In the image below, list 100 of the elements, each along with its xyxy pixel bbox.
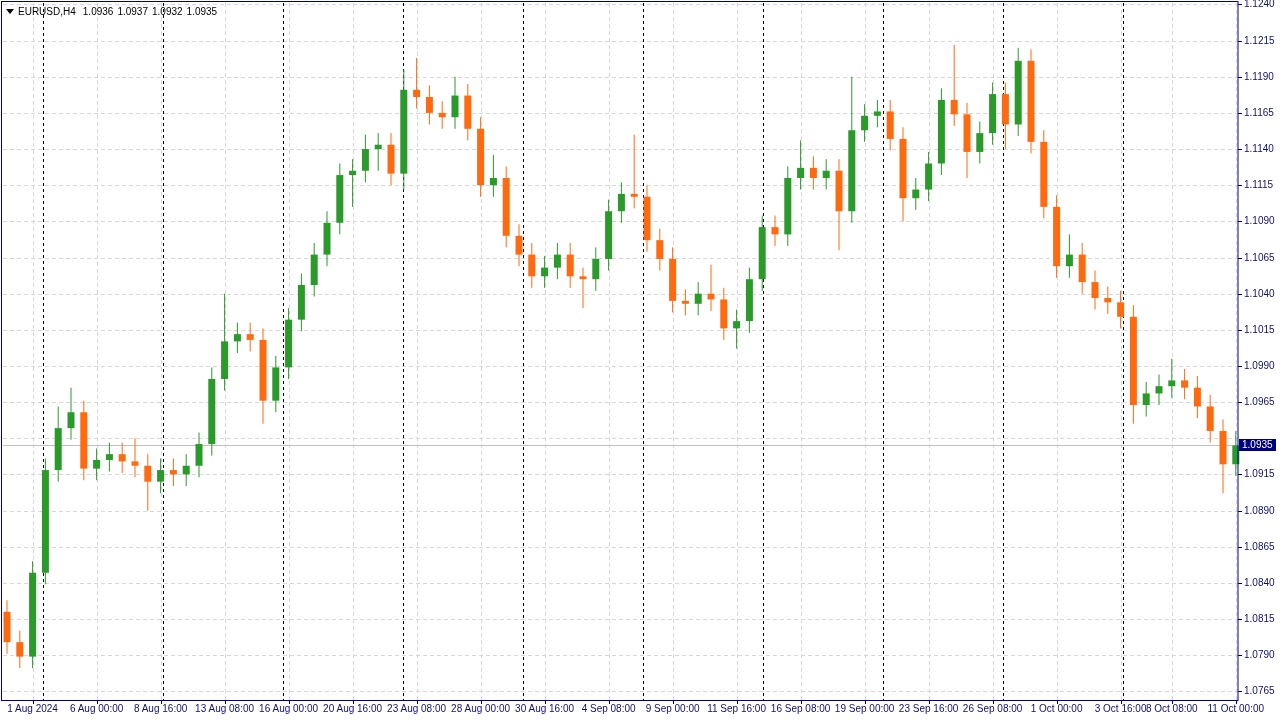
candle [387, 132, 395, 186]
price-label: 1.0965 [1244, 396, 1275, 409]
candle [413, 57, 421, 110]
candle [733, 309, 741, 350]
candle [886, 99, 894, 151]
price-label: 1.0915 [1244, 468, 1275, 481]
candle [1001, 82, 1009, 150]
price-label: 1.1240 [1244, 0, 1275, 11]
candle [489, 154, 497, 198]
candle [720, 287, 728, 341]
time-label: 4 Sep 08:00 [581, 703, 636, 715]
candle [233, 322, 241, 354]
time-label: 13 Aug 08:00 [195, 703, 255, 715]
candle [374, 132, 382, 172]
candle [3, 599, 11, 655]
time-label: 16 Sep 08:00 [770, 703, 831, 715]
candle [195, 432, 203, 478]
time-label: 11 Oct 00:00 [1207, 703, 1265, 715]
candle [1155, 374, 1163, 406]
candle [579, 267, 587, 309]
price-label: 1.0840 [1244, 576, 1275, 589]
time-label: 23 Aug 08:00 [387, 703, 447, 715]
candle [451, 76, 459, 130]
price-label: 1.1140 [1244, 143, 1274, 156]
candle [246, 322, 254, 352]
candle [323, 210, 331, 267]
price-value: 1.0936 [82, 5, 114, 19]
candle [169, 458, 177, 487]
candle [925, 151, 933, 202]
candle [528, 242, 536, 289]
candle [809, 155, 817, 191]
candle [617, 181, 625, 224]
price-label: 1.1165 [1244, 106, 1274, 119]
candle [605, 199, 613, 271]
candle [336, 163, 344, 235]
time-label: 6 Aug 00:00 [69, 703, 124, 715]
candle [425, 84, 433, 125]
candle [1091, 270, 1099, 311]
time-label: 3 Oct 16:00 [1094, 703, 1147, 715]
candle [541, 255, 549, 289]
candle [1117, 290, 1125, 329]
candle [105, 442, 113, 472]
candle [1232, 430, 1240, 477]
candle [1142, 381, 1150, 418]
candle [694, 281, 702, 316]
time-label: 8 Aug 16:00 [133, 703, 188, 715]
candle [822, 158, 830, 191]
candle [643, 184, 651, 253]
price-label: 1.1215 [1244, 34, 1275, 47]
candle [464, 83, 472, 141]
price-label: 1.1190 [1244, 70, 1274, 83]
price-label: 1.1065 [1244, 251, 1275, 264]
candle [118, 442, 126, 474]
time-label: 19 Sep 00:00 [834, 703, 895, 715]
time-label: 11 Sep 16:00 [707, 703, 766, 715]
candle [1206, 394, 1214, 444]
price-label: 1.0865 [1244, 540, 1275, 553]
price-label: 1.0890 [1244, 504, 1275, 517]
candle [873, 99, 881, 128]
price-label: 1.1115 [1244, 179, 1274, 192]
price-label: 1.1090 [1244, 215, 1275, 228]
price-label: 1.1015 [1244, 323, 1275, 336]
candle [861, 103, 869, 143]
candle [310, 242, 318, 298]
candle [361, 134, 369, 183]
candle [669, 246, 677, 313]
time-label: 30 Aug 16:00 [515, 703, 575, 715]
candle [515, 223, 523, 267]
candle [707, 264, 715, 312]
price-value: 1.0935 [186, 5, 218, 19]
time-label: 20 Aug 16:00 [323, 703, 383, 715]
price-label: 1.0990 [1244, 359, 1275, 372]
candle [438, 100, 446, 130]
time-label: 9 Sep 00:00 [645, 703, 700, 715]
candle [297, 272, 305, 332]
candle [681, 288, 689, 316]
time-label: 16 Aug 00:00 [259, 703, 319, 715]
candle [16, 630, 24, 669]
price-label: 1.0765 [1244, 685, 1275, 698]
candle [912, 177, 920, 211]
time-label: 8 Oct 08:00 [1145, 703, 1198, 715]
candle [131, 437, 139, 478]
candle [771, 215, 779, 247]
candle [553, 242, 561, 280]
candle [144, 453, 152, 512]
candle [989, 82, 997, 146]
candle [182, 453, 190, 487]
price-label: 1.0790 [1244, 649, 1275, 662]
candle [1104, 285, 1112, 315]
time-label: 26 Sep 08:00 [962, 703, 1023, 715]
time-label: 23 Sep 16:00 [898, 703, 959, 715]
dropdown-icon[interactable] [6, 9, 14, 14]
price-value: 1.0937 [117, 5, 148, 19]
time-label: 1 Oct 00:00 [1030, 703, 1083, 715]
candle [745, 267, 753, 334]
candle [1193, 375, 1201, 419]
candle [976, 121, 984, 164]
time-label: 1 Aug 2024 [7, 703, 58, 715]
candle [157, 458, 165, 494]
price-label: 1.1040 [1244, 287, 1275, 300]
